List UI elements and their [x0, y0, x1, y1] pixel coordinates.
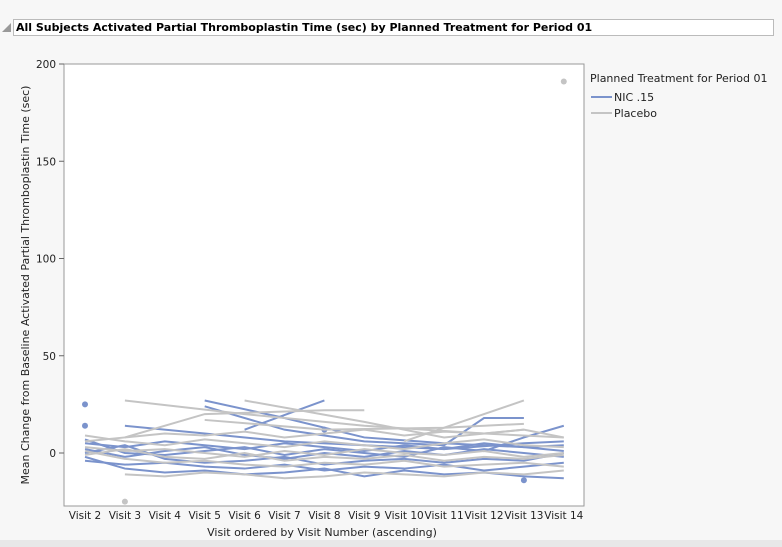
- x-tick-label: Visit 7: [268, 510, 300, 522]
- x-tick-label: Visit 12: [464, 510, 503, 522]
- scrollbar[interactable]: [0, 540, 782, 547]
- legend-label-nic[interactable]: NIC .15: [614, 91, 654, 104]
- y-tick-label: 100: [36, 254, 56, 266]
- x-tick-label: Visit 5: [188, 510, 220, 522]
- y-tick-label: 50: [43, 351, 56, 363]
- y-tick-label: 0: [49, 448, 56, 460]
- data-point-nic: [82, 422, 88, 429]
- data-point-placebo: [560, 78, 567, 85]
- y-tick-label: 150: [36, 156, 56, 168]
- y-axis-label: Mean Change from Baseline Activated Part…: [19, 86, 32, 485]
- x-tick-label: Visit 9: [348, 510, 380, 522]
- x-tick-label: Visit 10: [385, 510, 424, 522]
- chart: 0 50 100 150 200 Visit 2 Visit 3 Visit 4 Visit …: [19, 59, 768, 539]
- x-tick-label: Visit 2: [69, 510, 101, 522]
- x-tick-label: Visit 14: [544, 510, 583, 522]
- data-point-nic: [82, 401, 88, 408]
- x-axis-label: Visit ordered by Visit Number (ascending…: [207, 526, 437, 539]
- plot-area: [63, 63, 585, 507]
- x-tick-label: Visit 6: [228, 510, 261, 522]
- data-point-placebo: [121, 498, 128, 505]
- legend: Planned Treatment for Period 01 NIC .15 …: [590, 72, 768, 120]
- x-tick-label: Visit 8: [308, 510, 340, 522]
- data-point-nic: [520, 477, 527, 484]
- legend-title: Planned Treatment for Period 01: [590, 72, 768, 85]
- legend-label-placebo[interactable]: Placebo: [614, 107, 657, 120]
- x-tick-label: Visit 13: [504, 510, 543, 522]
- x-tick-label: Visit 3: [109, 510, 141, 522]
- y-tick-label: 200: [36, 59, 56, 71]
- x-tick-label: Visit 4: [149, 510, 182, 522]
- x-tick-label: Visit 11: [425, 510, 464, 522]
